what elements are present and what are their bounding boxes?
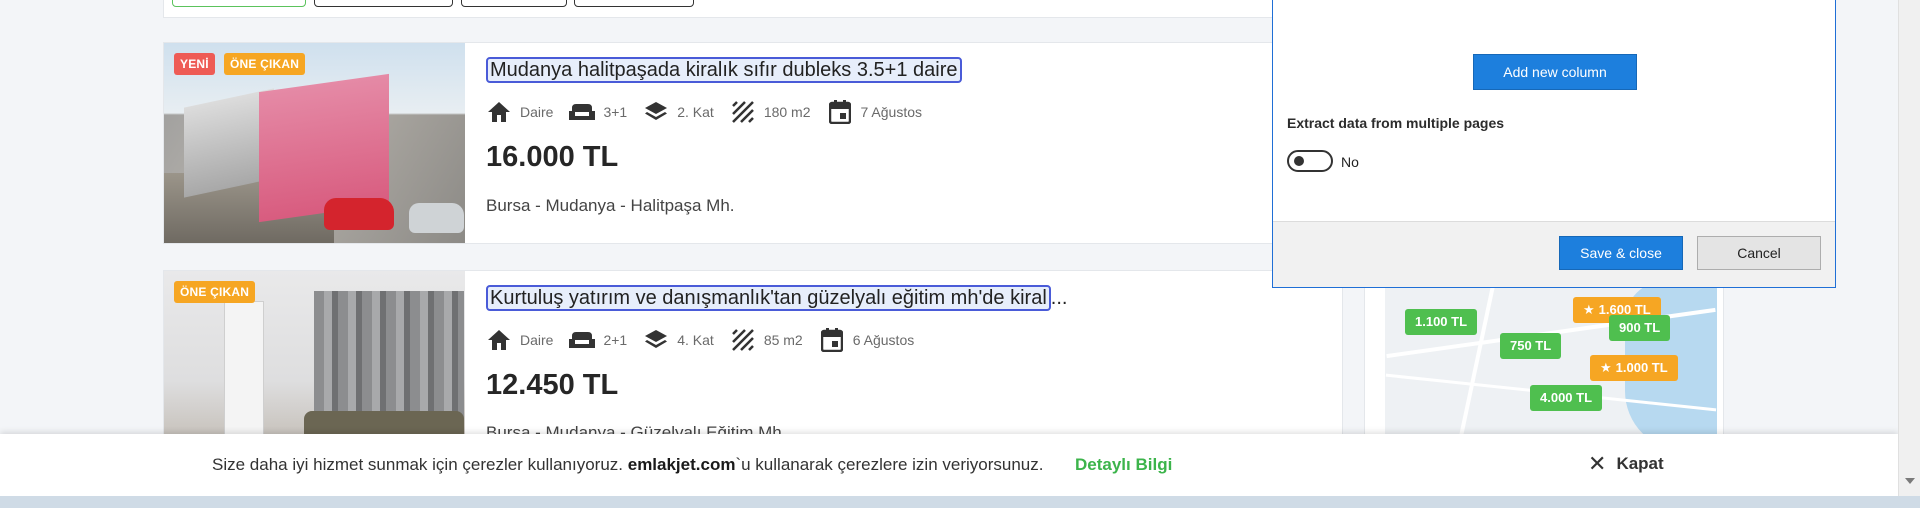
- area-size: 85 m2: [763, 332, 803, 348]
- column-settings-dialog: Add new column Extract data from multipl…: [1272, 0, 1836, 288]
- vertical-scrollbar[interactable]: [1898, 0, 1920, 496]
- star-icon: ★: [1583, 302, 1595, 317]
- multiple-pages-toggle[interactable]: [1287, 150, 1333, 172]
- layers-icon: [643, 327, 669, 353]
- filter-pill[interactable]: [172, 0, 306, 7]
- featured-badge: ÖNE ÇIKAN: [224, 53, 306, 75]
- filter-pill[interactable]: [461, 0, 567, 7]
- listing-title-suffix: ...: [1050, 287, 1068, 309]
- home-icon: [486, 99, 512, 125]
- listing-photo[interactable]: YENİ ÖNE ÇIKAN: [164, 43, 465, 243]
- listing-meta: Daire 2+1 4. Kat 85 m2 6 Ağustos: [486, 327, 930, 353]
- room-count: 2+1: [603, 332, 628, 348]
- extract-multiple-pages-label: Extract data from multiple pages: [1287, 115, 1505, 131]
- listing-title-text[interactable]: Mudanya halitpaşada kiralık sıfır dublek…: [486, 57, 962, 83]
- listing-card[interactable]: YENİ ÖNE ÇIKAN Mudanya halitpaşada kiral…: [163, 42, 1343, 244]
- listing-price: 16.000 TL: [486, 141, 619, 173]
- area-icon: [730, 327, 756, 353]
- filter-pill[interactable]: [314, 0, 453, 7]
- dialog-footer: Save & close Cancel: [1273, 221, 1835, 287]
- map-price-pin[interactable]: 750 TL: [1500, 333, 1562, 359]
- cookie-close-label: Kapat: [1616, 454, 1664, 473]
- add-new-column-button[interactable]: Add new column: [1473, 54, 1637, 90]
- map-price-pin[interactable]: 4.000 TL: [1530, 385, 1603, 411]
- listing-price: 12.450 TL: [486, 369, 619, 401]
- filter-pill[interactable]: [574, 0, 694, 7]
- cookie-message-text-end: `u kullanarak çerezlere izin veriyorsunu…: [735, 455, 1044, 474]
- taskbar: [0, 496, 1920, 508]
- toggle-knob: [1294, 156, 1304, 166]
- area-size: 180 m2: [763, 104, 811, 120]
- filter-bar: [163, 0, 1343, 18]
- listing-meta: Daire 3+1 2. Kat 180 m2 7 Ağustos: [486, 99, 938, 125]
- listing-title[interactable]: Mudanya halitpaşada kiralık sıfır dublek…: [486, 57, 962, 83]
- calendar-icon: [819, 327, 845, 353]
- floor-info: 2. Kat: [677, 104, 714, 120]
- scroll-down-arrow-icon[interactable]: [1905, 478, 1915, 484]
- listing-title-text[interactable]: Kurtuluş yatırım ve danışmanlık'tan güze…: [486, 285, 1051, 311]
- featured-badge: ÖNE ÇIKAN: [174, 281, 256, 303]
- calendar-icon: [827, 99, 853, 125]
- layers-icon: [643, 99, 669, 125]
- new-badge: YENİ: [174, 53, 215, 75]
- floor-info: 4. Kat: [677, 332, 714, 348]
- area-icon: [730, 99, 756, 125]
- cookie-banner: Size daha iyi hizmet sunmak için çerezle…: [0, 434, 1898, 496]
- sofa-icon: [569, 327, 596, 353]
- close-icon: ✕: [1588, 451, 1607, 476]
- map-card[interactable]: 1.100 TL ★ 1.600 TL 900 TL 750 TL ★ 1.000 …: [1364, 270, 1724, 451]
- home-icon: [486, 327, 512, 353]
- property-type: Daire: [520, 104, 554, 120]
- sofa-icon: [569, 99, 596, 125]
- map-view[interactable]: 1.100 TL ★ 1.600 TL 900 TL 750 TL ★ 1.000 …: [1385, 271, 1717, 451]
- cookie-brand: emlakjet.com: [627, 455, 736, 474]
- star-icon: ★: [1600, 360, 1612, 375]
- map-price-pin[interactable]: 1.100 TL: [1405, 309, 1478, 335]
- toggle-state-label: No: [1341, 154, 1359, 170]
- room-count: 3+1: [603, 104, 628, 120]
- cookie-message: Size daha iyi hizmet sunmak için çerezle…: [212, 455, 1044, 475]
- map-price-pin[interactable]: ★ 1.000 TL: [1590, 355, 1678, 381]
- listing-date: 6 Ağustos: [852, 332, 915, 348]
- cookie-close-button[interactable]: ✕ Kapat: [1588, 453, 1664, 475]
- cookie-details-link[interactable]: Detaylı Bilgi: [1075, 455, 1172, 475]
- listing-date: 7 Ağustos: [860, 104, 923, 120]
- listing-title[interactable]: Kurtuluş yatırım ve danışmanlık'tan güze…: [486, 285, 1068, 311]
- map-price-pin[interactable]: 900 TL: [1609, 315, 1671, 341]
- listing-location: Bursa - Mudanya - Halitpaşa Mh.: [486, 196, 735, 215]
- cookie-message-text: Size daha iyi hizmet sunmak için çerezle…: [212, 455, 628, 474]
- cancel-button[interactable]: Cancel: [1697, 236, 1821, 270]
- property-type: Daire: [520, 332, 554, 348]
- save-close-button[interactable]: Save & close: [1559, 236, 1683, 270]
